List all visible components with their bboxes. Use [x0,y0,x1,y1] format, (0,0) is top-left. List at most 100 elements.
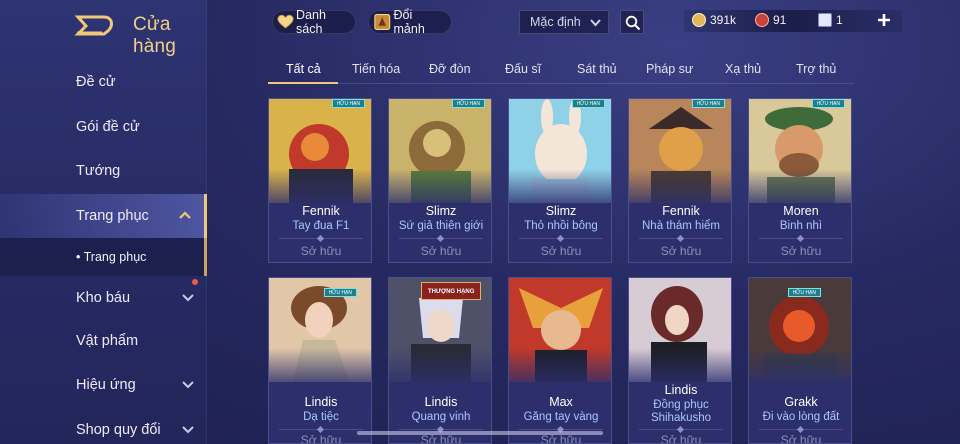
skin-card[interactable]: HỮU HẠN Slimz Sứ giả thiên giới Sở hữu [388,98,492,263]
card-fade [509,169,611,209]
skin-name: Đi vào lòng đất [762,411,840,423]
card-fade [509,348,611,388]
scroll-indicator[interactable] [357,431,603,435]
hero-name: Max [549,395,573,409]
voucher-amount: 1 [836,13,843,27]
skin-name: Dạ tiệc [303,411,339,423]
plus-icon[interactable] [876,12,892,28]
heart-icon [277,14,294,29]
divider [759,238,843,239]
divider [399,238,483,239]
owned-status: Sở hữu [420,244,462,258]
card-fade [749,169,851,209]
owned-status: Sở hữu [780,433,822,444]
skin-name: Binh nhì [779,220,823,232]
fragment-icon [374,14,391,30]
active-tab-indicator [268,82,338,84]
card-fade [749,348,851,388]
skin-card[interactable]: HỮU HẠN Fennik Tay đua F1 Sở hữu [268,98,372,263]
limited-badge: HỮU HẠN [323,288,357,297]
hero-name: Lindis [304,395,338,409]
hero-name: Slimz [545,204,577,218]
sidebar-item-heroes[interactable]: Tướng [0,149,207,193]
skin-name: Thỏ nhồi bông [524,220,598,232]
card-fade [629,169,731,209]
sidebar-item-label: Đề cử [76,74,116,90]
divider [519,238,603,239]
voucher-icon [818,13,832,27]
sidebar-item-exchange-shop[interactable]: Shop quy đổi [0,408,207,444]
skin-card[interactable]: Lindis Đồng phục Shihakusho Sở hữu [628,277,732,444]
sidebar-item-label: Tướng [76,163,121,179]
owned-status: Sở hữu [660,244,702,258]
premium-tag: THƯỢNG HẠNG [421,282,482,300]
exchange-fragments-button[interactable]: Đổi mảnh [368,8,452,36]
hero-name: Lindis [424,395,458,409]
skin-name: Sứ giả thiên giới [398,220,484,232]
sort-select[interactable]: Mặc định [519,10,609,34]
skin-name: Nhà thám hiểm [642,220,720,232]
sidebar-item-recommended[interactable]: Đề cử [0,60,207,104]
limited-badge: HỮU HẠN [571,99,605,108]
category-tabs: Tất cả Tiến hóa Đỡ đòn Đấu sĩ Sát thủ Ph… [268,56,854,84]
sidebar-item-bundles[interactable]: Gói đề cử [0,105,207,149]
skin-name: Tay đua F1 [292,220,350,232]
tab-all[interactable]: Tất cả [286,62,321,76]
gem-icon [755,13,769,27]
divider [399,429,483,430]
chevron-down-icon [182,381,194,389]
sidebar-item-treasure[interactable]: Kho báu [0,276,207,320]
hero-name: Lindis [664,383,698,397]
chevron-down-icon [182,426,194,434]
tab-evolution[interactable]: Tiến hóa [352,62,400,76]
skin-card[interactable]: HỮU HẠN Lindis Dạ tiệc Sở hữu [268,277,372,444]
sidebar-subitem-skins[interactable]: • Trang phục [0,238,207,276]
limited-badge: HỮU HẠN [787,288,821,297]
skin-name: Quang vinh [411,411,471,423]
tab-assassin[interactable]: Sát thủ [577,62,617,76]
sidebar-item-skins[interactable]: Trang phục [0,194,207,238]
sidebar-item-label: Shop quy đổi [76,422,161,438]
owned-status: Sở hữu [300,244,342,258]
tab-support[interactable]: Trợ thủ [796,62,836,76]
wishlist-label: Danh sách [296,8,326,36]
tab-tank[interactable]: Đỡ đòn [429,62,471,76]
card-fade [389,348,491,388]
sidebar-item-effects[interactable]: Hiệu ứng [0,363,207,407]
skin-card[interactable]: HỮU HẠN Fennik Nhà thám hiểm Sở hữu [628,98,732,263]
skin-card[interactable]: Max Găng tay vàng Sở hữu [508,277,612,444]
tab-marksman[interactable]: Xạ thủ [725,62,761,76]
skin-name: Shihakusho [650,412,712,424]
hero-name: Grakk [784,395,818,409]
chevron-down-icon [590,19,601,27]
skin-card[interactable]: THƯỢNG HẠNG Lindis Quang vinh Sở hữu [388,277,492,444]
exchange-fragments-label: Đổi mảnh [393,8,425,36]
sidebar-item-label: Vật phẩm [76,333,139,349]
gem-amount: 91 [773,13,787,27]
sidebar-item-items[interactable]: Vật phẩm [0,319,207,363]
hero-name: Fennik [302,204,340,218]
voucher-balance: 1 [818,13,843,27]
skin-card[interactable]: HỮU HẠN Moren Binh nhì Sở hữu [748,98,852,263]
divider [639,429,723,430]
sidebar: Cửa hàng Đề cử Gói đề cử Tướng Trang phụ… [0,0,207,444]
tab-mage[interactable]: Pháp sư [646,62,693,76]
sidebar-item-label: Trang phục [76,208,149,224]
search-icon [625,15,641,31]
limited-badge: HỮU HẠN [811,99,845,108]
limited-badge: HỮU HẠN [331,99,365,108]
divider [759,429,843,430]
owned-status: Sở hữu [780,244,822,258]
skin-card[interactable]: HỮU HẠN Grakk Đi vào lòng đất Sở hữu [748,277,852,444]
tab-fighter[interactable]: Đấu sĩ [505,62,541,76]
card-fade [629,348,731,388]
owned-status: Sở hữu [540,244,582,258]
limited-badge: HỮU HẠN [691,99,725,108]
owned-status: Sở hữu [300,433,342,444]
search-button[interactable] [620,10,644,34]
wishlist-button[interactable]: Danh sách [272,8,356,36]
sidebar-item-label: Hiệu ứng [76,377,136,393]
back-icon[interactable] [74,13,118,37]
skin-card[interactable]: HỮU HẠN Slimz Thỏ nhồi bông Sở hữu [508,98,612,263]
gold-coin-icon [692,13,706,27]
